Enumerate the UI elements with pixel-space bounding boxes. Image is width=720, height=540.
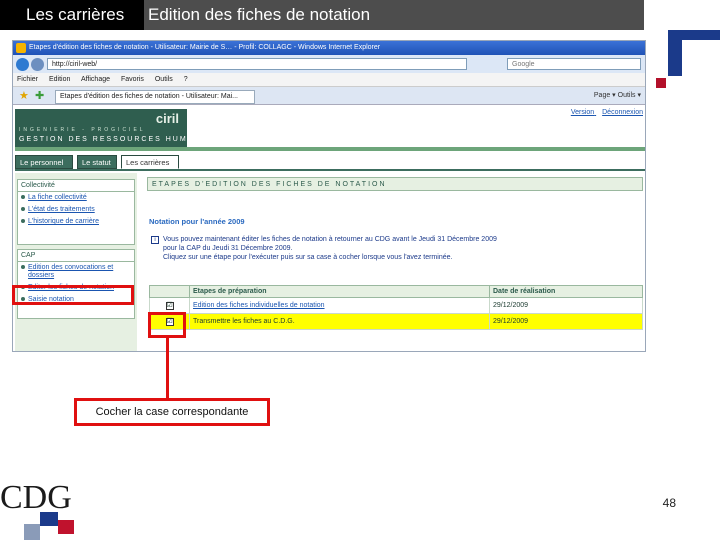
window-title: Etapes d'édition des fiches de notation … <box>29 44 381 51</box>
sidebar-item-historique[interactable]: L'historique de carrière <box>18 216 134 228</box>
ie-icon <box>16 43 26 53</box>
tab-carrieres[interactable]: Les carrières <box>121 155 179 169</box>
menu-item[interactable]: Fichier <box>17 76 38 83</box>
panel-title: CAP <box>18 250 134 262</box>
panel-collectivite: Collectivité La fiche collectivité L'éta… <box>17 179 135 245</box>
deco-square-red <box>656 78 666 88</box>
logout-link[interactable]: Déconnexion <box>602 109 643 116</box>
slide-header: Les carrières Edition des fiches de nota… <box>0 0 720 30</box>
browser-tab[interactable]: Etapes d'édition des fiches de notation … <box>55 90 255 104</box>
step-checkbox[interactable]: ☑ <box>165 301 174 310</box>
notation-title: Notation pour l'année 2009 <box>149 217 245 226</box>
brand-logo: ciril <box>155 111 179 126</box>
highlight-checkbox <box>148 312 186 338</box>
callout-box: Cocher la case correspondante <box>74 398 270 426</box>
info-message: i Vous pouvez maintenant éditer les fich… <box>151 235 551 262</box>
menu-item[interactable]: Outils <box>155 76 173 83</box>
menu-item[interactable]: Edition <box>49 76 70 83</box>
page-number: 48 <box>662 496 676 510</box>
url-input[interactable]: http://ciril-web/ <box>47 58 467 70</box>
tab-personnel[interactable]: Le personnel <box>15 155 73 169</box>
highlight-sidebar-editer <box>12 285 134 305</box>
menu-bar: Fichier Edition Affichage Favoris Outils… <box>13 73 645 87</box>
logo-text: CDG <box>0 479 72 516</box>
brand-tagline: INGENIERIE - PROGICIEL <box>19 127 146 133</box>
table-row: ☑ Edition des fiches individuelles de no… <box>149 297 643 314</box>
table-header-row: Etapes de préparation Date de réalisatio… <box>149 285 643 298</box>
info-line: pour la CAP du Jeudi 31 Décembre 2009. <box>163 245 293 252</box>
brand-strip <box>15 147 645 151</box>
sidebar: Collectivité La fiche collectivité L'éta… <box>15 173 137 351</box>
main-content: ETAPES D'EDITION DES FICHES DE NOTATION … <box>143 173 645 351</box>
add-favorites-icon[interactable]: ✚ <box>35 89 44 102</box>
info-line: Cliquez sur une étape pour l'exécuter pu… <box>163 254 453 261</box>
step-date: 29/12/2009 <box>489 297 643 314</box>
deco-square-light <box>682 40 720 78</box>
section-title: Les carrières <box>0 0 144 30</box>
section-header: ETAPES D'EDITION DES FICHES DE NOTATION <box>147 177 643 191</box>
brand-banner: ciril INGENIERIE - PROGICIEL GESTION DES… <box>15 109 217 147</box>
search-input[interactable]: Google <box>507 58 641 70</box>
brand-subtitle: GESTION DES RESSOURCES HUMAINES <box>19 136 219 143</box>
step-label[interactable]: Transmettre les fiches au C.D.G. <box>193 318 295 325</box>
menu-item[interactable]: Favoris <box>121 76 144 83</box>
menu-item[interactable]: ? <box>184 76 188 83</box>
address-bar: http://ciril-web/ Google <box>13 55 645 73</box>
step-date: 29/12/2009 <box>489 313 643 330</box>
sidebar-item-etat-traitements[interactable]: L'état des traitements <box>18 204 134 216</box>
column-header: Etapes de préparation <box>189 285 490 298</box>
panel-title: Collectivité <box>18 180 134 192</box>
slide-title: Edition des fiches de notation <box>144 0 644 30</box>
forward-icon[interactable] <box>31 58 44 71</box>
tab-statut[interactable]: Le statut <box>77 155 117 169</box>
browser-window: Etapes d'édition des fiches de notation … <box>12 40 646 352</box>
info-icon: i <box>151 236 159 244</box>
column-header: Date de réalisation <box>489 285 643 298</box>
tab-strip: ★ ✚ Etapes d'édition des fiches de notat… <box>13 87 645 105</box>
info-line: Vous pouvez maintenant éditer les fiches… <box>163 236 497 243</box>
menu-item[interactable]: Affichage <box>81 76 110 83</box>
version-link[interactable]: Version <box>571 109 594 116</box>
callout-connector <box>166 338 169 400</box>
steps-table: Etapes de préparation Date de réalisatio… <box>149 285 643 330</box>
browser-title-bar: Etapes d'édition des fiches de notation … <box>13 41 645 55</box>
back-icon[interactable] <box>16 58 29 71</box>
sidebar-item-convocations[interactable]: Edition des convocations et dossiers <box>18 262 134 282</box>
sidebar-item-fiche-collectivite[interactable]: La fiche collectivité <box>18 192 134 204</box>
app-page: Version Déconnexion ciril INGENIERIE - P… <box>13 105 645 351</box>
step-link[interactable]: Edition des fiches individuelles de nota… <box>193 302 325 309</box>
panel-cap: CAP Edition des convocations et dossiers… <box>17 249 135 319</box>
favorites-star-icon[interactable]: ★ <box>19 89 29 102</box>
cdg-logo: CDG <box>0 479 74 540</box>
command-bar[interactable]: Page ▾ Outils ▾ <box>594 90 641 102</box>
top-links: Version Déconnexion <box>565 109 643 116</box>
tab-underline <box>15 169 645 171</box>
table-row: ☑ Transmettre les fiches au C.D.G. 29/12… <box>149 313 643 330</box>
column-header <box>149 285 190 298</box>
